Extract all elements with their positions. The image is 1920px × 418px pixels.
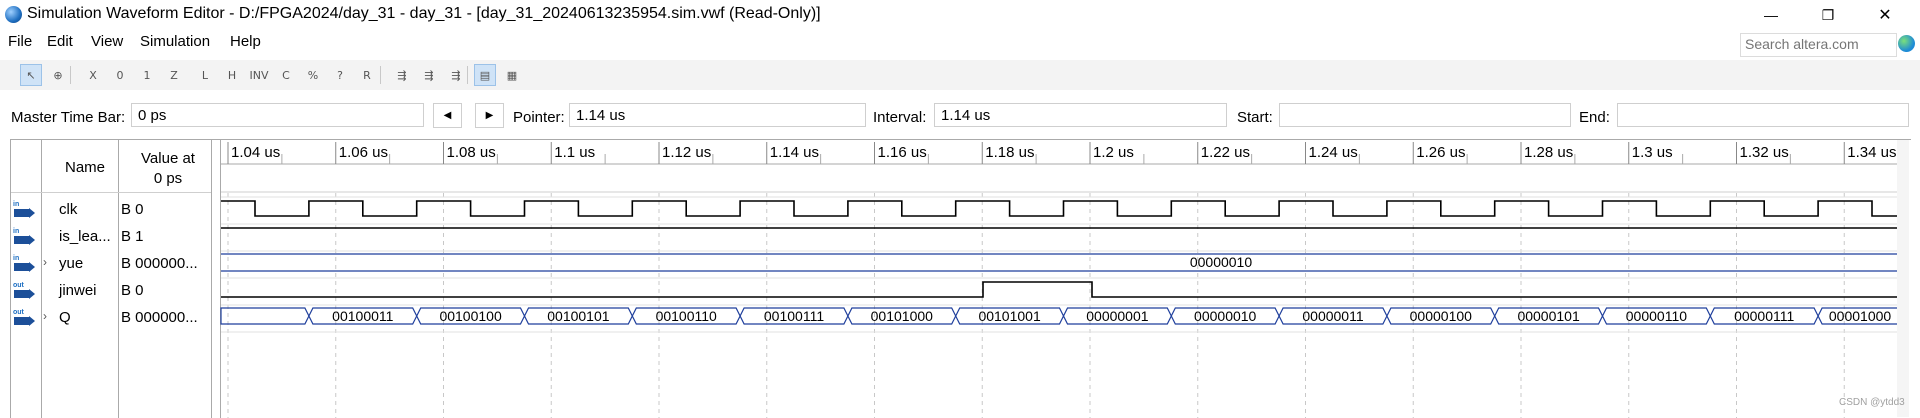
arrow-right-icon: ▶ — [485, 110, 494, 121]
title-bar: Simulation Waveform Editor - D:/FPGA2024… — [0, 0, 1920, 30]
menu-file[interactable]: File — [8, 33, 32, 50]
random-value-icon[interactable]: R — [356, 64, 378, 86]
clk-waveform — [221, 200, 1898, 217]
forcing-value-icon[interactable]: % — [302, 64, 324, 86]
vertical-scrollbar[interactable] — [1897, 140, 1909, 417]
waveform-view-icon[interactable]: ▤ — [474, 64, 496, 86]
timing-simulation-icon[interactable]: ⇶ — [418, 64, 440, 86]
toolbar-separator — [467, 66, 468, 84]
weak-low-icon[interactable]: L — [194, 64, 216, 86]
invert-icon[interactable]: INV — [248, 64, 270, 86]
q-bus-value: 00000111 — [1734, 308, 1794, 324]
end-field — [1617, 103, 1909, 127]
forcing-unknown-icon[interactable]: X — [82, 64, 104, 86]
tick-label: 1.3 us — [1632, 144, 1673, 161]
q-bus-value: 00100111 — [764, 308, 824, 324]
pointer-label: Pointer: — [513, 109, 565, 126]
master-time-bar-label: Master Time Bar: — [11, 109, 126, 126]
tick-label: 1.26 us — [1416, 144, 1465, 161]
window-title: Simulation Waveform Editor - D:/FPGA2024… — [27, 5, 821, 22]
q-bus-segment — [220, 307, 310, 325]
globe-icon[interactable] — [1898, 35, 1915, 52]
interval-label: Interval: — [873, 109, 927, 126]
toolbar-separator — [70, 66, 71, 84]
toolbar-separator — [380, 66, 381, 84]
tick-label: 1.24 us — [1309, 144, 1358, 161]
tick-label: 1.04 us — [231, 144, 280, 161]
pointer-field — [569, 103, 866, 127]
tick-label: 1.06 us — [339, 144, 388, 161]
search-input[interactable] — [1741, 34, 1897, 54]
zoom-tool-icon[interactable]: ⊕ — [47, 64, 69, 86]
tick-label: 1.32 us — [1740, 144, 1789, 161]
prev-transition-button[interactable]: ◀ — [433, 103, 462, 128]
tick-label: 1.22 us — [1201, 144, 1250, 161]
tick-label: 1.1 us — [554, 144, 595, 161]
end-input[interactable] — [1618, 104, 1908, 126]
functional-simulation-icon[interactable]: ⇶ — [391, 64, 413, 86]
next-transition-button[interactable]: ▶ — [475, 103, 504, 128]
menu-view[interactable]: View — [91, 33, 123, 50]
q-bus-value: 00000101 — [1517, 308, 1580, 324]
time-bar: Master Time Bar: ◀ ▶ Pointer: Interval: … — [0, 102, 1920, 132]
tick-label: 1.28 us — [1524, 144, 1573, 161]
interval-input[interactable] — [935, 104, 1226, 126]
menu-bar: File Edit View Simulation Help — [0, 30, 1920, 55]
q-bus-value: 00001000 — [1829, 308, 1892, 324]
arbitrary-value-icon[interactable]: ? — [329, 64, 351, 86]
netlist-simulation-icon[interactable]: ⇶ — [445, 64, 467, 86]
menu-simulation[interactable]: Simulation — [140, 33, 210, 50]
q-bus-value: 00000010 — [1194, 308, 1257, 324]
tick-label: 1.18 us — [985, 144, 1034, 161]
high-impedance-icon[interactable]: Z — [163, 64, 185, 86]
menu-edit[interactable]: Edit — [47, 33, 73, 50]
end-label: End: — [1579, 109, 1610, 126]
search-box — [1740, 33, 1897, 57]
restore-icon: ❐ — [1821, 6, 1835, 23]
count-value-icon[interactable]: C — [275, 64, 297, 86]
waveform-canvas[interactable]: 1.04 us 1.06 us 1.08 us 1.1 us 1.12 us 1.14 u… — [11, 140, 1901, 418]
master-time-input[interactable] — [132, 104, 423, 126]
menu-help[interactable]: Help — [230, 33, 261, 50]
selection-tool-icon[interactable]: ↖ — [20, 64, 42, 86]
q-bus-value: 00000001 — [1086, 308, 1149, 324]
tick-label: 1.2 us — [1093, 144, 1134, 161]
tick-label: 1.34 us — [1847, 144, 1896, 161]
q-bus-value: 00101001 — [978, 308, 1041, 324]
q-bus-value: 00100101 — [547, 308, 610, 324]
watermark: CSDN @ytdd3 — [1839, 397, 1905, 408]
yue-bus-value: 00000010 — [1190, 254, 1253, 270]
jinwei-waveform — [221, 281, 1898, 298]
interval-field — [934, 103, 1227, 127]
start-label: Start: — [1237, 109, 1273, 126]
start-input[interactable] — [1280, 104, 1570, 126]
restore-button[interactable]: ❐ — [1805, 0, 1851, 30]
waveform-grid: Name Value at 0 ps in clk B 0 in is_lea... B … — [10, 139, 1911, 418]
tick-label: 1.14 us — [770, 144, 819, 161]
q-bus-value: 00101000 — [871, 308, 934, 324]
grid-snap-icon[interactable]: ▦ — [501, 64, 523, 86]
q-bus-value: 00100100 — [439, 308, 502, 324]
q-bus-value: 00100110 — [656, 308, 717, 324]
start-field — [1279, 103, 1571, 127]
master-time-field — [131, 103, 424, 127]
waveform-toolbar: ↖ ⊕ X 0 1 Z L H INV C%? R ⇶ ⇶ ⇶ ▤ ▦ — [0, 60, 1920, 90]
close-icon: ✕ — [1878, 7, 1892, 24]
quartus-app-icon — [5, 6, 22, 23]
q-bus-value: 00100011 — [332, 308, 393, 324]
pointer-input[interactable] — [570, 104, 865, 126]
q-bus-value: 00000110 — [1626, 308, 1687, 324]
minimize-button[interactable]: — — [1748, 0, 1794, 30]
tick-label: 1.12 us — [662, 144, 711, 161]
minimize-icon: — — [1764, 7, 1778, 23]
q-bus-value: 00000011 — [1302, 308, 1363, 324]
tick-label: 1.16 us — [878, 144, 927, 161]
close-button[interactable]: ✕ — [1862, 0, 1908, 30]
tick-label: 1.08 us — [447, 144, 496, 161]
arrow-left-icon: ◀ — [443, 110, 452, 121]
forcing-low-icon[interactable]: 0 — [109, 64, 131, 86]
q-bus-value: 00000100 — [1410, 308, 1473, 324]
forcing-high-icon[interactable]: 1 — [136, 64, 158, 86]
weak-high-icon[interactable]: H — [221, 64, 243, 86]
